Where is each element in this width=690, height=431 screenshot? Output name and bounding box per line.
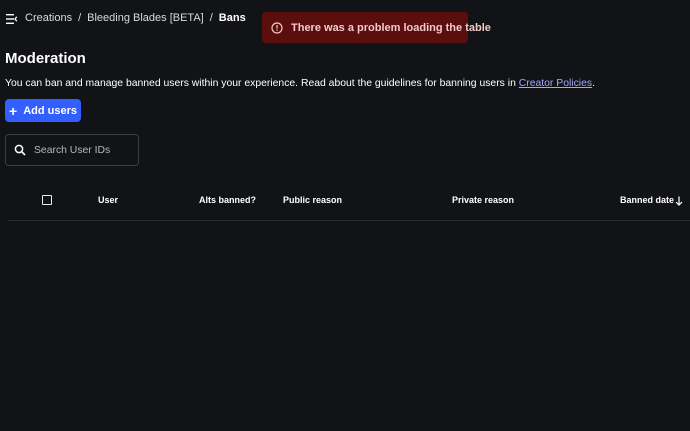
description-end: . — [592, 78, 595, 89]
table-header: User Alts banned? Public reason Private … — [8, 184, 690, 221]
select-all-checkbox[interactable] — [42, 195, 52, 205]
column-header-public-reason[interactable]: Public reason — [283, 195, 342, 205]
add-users-button[interactable]: + Add users — [5, 99, 81, 122]
add-users-label: Add users — [23, 104, 77, 117]
top-header: Creations / Bleeding Blades [BETA] / Ban… — [0, 0, 690, 43]
column-header-private-reason[interactable]: Private reason — [452, 195, 514, 205]
search-box — [5, 134, 139, 166]
sort-descending-icon[interactable] — [674, 194, 684, 206]
creator-policies-link[interactable]: Creator Policies — [519, 78, 592, 89]
menu-icon[interactable] — [4, 11, 20, 27]
search-icon — [14, 144, 26, 156]
breadcrumb-experience[interactable]: Bleeding Blades [BETA] — [87, 12, 204, 24]
column-header-user[interactable]: User — [98, 195, 118, 205]
description-text: You can ban and manage banned users with… — [5, 78, 519, 89]
moderation-page: Creations / Bleeding Blades [BETA] / Ban… — [0, 0, 690, 431]
column-header-alts-banned[interactable]: Alts banned? — [199, 195, 256, 205]
plus-icon: + — [9, 102, 18, 119]
alert-circle-icon — [271, 21, 283, 34]
breadcrumb-separator: / — [78, 12, 82, 24]
breadcrumb: Creations / Bleeding Blades [BETA] / Ban… — [25, 12, 246, 24]
breadcrumb-creations[interactable]: Creations — [25, 12, 72, 24]
error-toast: There was a problem loading the table — [262, 12, 491, 43]
page-description: You can ban and manage banned users with… — [5, 78, 595, 89]
search-input[interactable] — [32, 143, 136, 157]
column-header-banned-date[interactable]: Banned date — [620, 195, 674, 205]
page-title: Moderation — [5, 50, 86, 67]
toast-message: There was a problem loading the table — [291, 21, 491, 34]
breadcrumb-current: Bans — [218, 12, 246, 24]
breadcrumb-separator: / — [209, 12, 213, 24]
